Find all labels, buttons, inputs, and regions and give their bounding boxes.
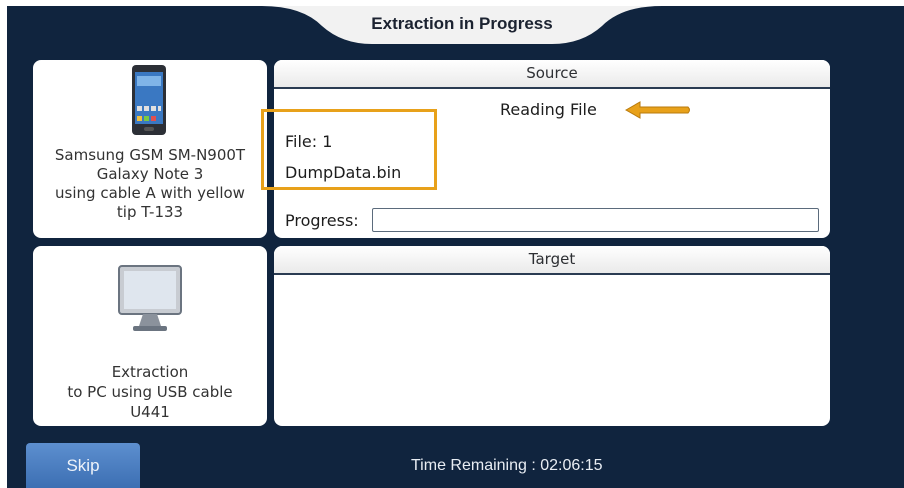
smartphone-icon <box>131 64 167 140</box>
destination-line: to PC using USB cable <box>67 383 233 401</box>
progress-bar <box>372 208 819 232</box>
device-panel: Samsung GSM SM-N900T Galaxy Note 3 using… <box>33 60 267 238</box>
extraction-screen: Extraction in Progress Samsung GSM SM-N9… <box>7 6 904 488</box>
page-title: Extraction in Progress <box>371 14 553 33</box>
destination-panel: Extraction to PC using USB cable U441 <box>33 246 267 426</box>
left-arrow-icon <box>624 100 692 124</box>
skip-button[interactable]: Skip <box>26 443 140 488</box>
time-remaining: Time Remaining : 02:06:15 <box>411 457 603 474</box>
device-description: Samsung GSM SM-N900T Galaxy Note 3 using… <box>33 146 267 222</box>
device-line: Samsung GSM SM-N900T <box>54 146 246 164</box>
destination-line: Extraction <box>111 363 189 381</box>
device-line: Galaxy Note 3 <box>96 165 204 183</box>
progress-label: Progress: <box>285 211 359 230</box>
device-line: tip T-133 <box>116 203 184 221</box>
title-tab: Extraction in Progress <box>262 6 662 46</box>
target-header: Target <box>274 246 830 275</box>
destination-description: Extraction to PC using USB cable U441 <box>33 362 267 422</box>
reading-file-status: Reading File <box>500 100 597 119</box>
source-header: Source <box>274 60 830 89</box>
target-panel: Target <box>274 246 830 426</box>
file-highlight-box <box>261 109 437 190</box>
destination-line: U441 <box>130 403 170 421</box>
device-line: using cable A with yellow <box>55 184 245 202</box>
monitor-icon <box>117 264 183 338</box>
